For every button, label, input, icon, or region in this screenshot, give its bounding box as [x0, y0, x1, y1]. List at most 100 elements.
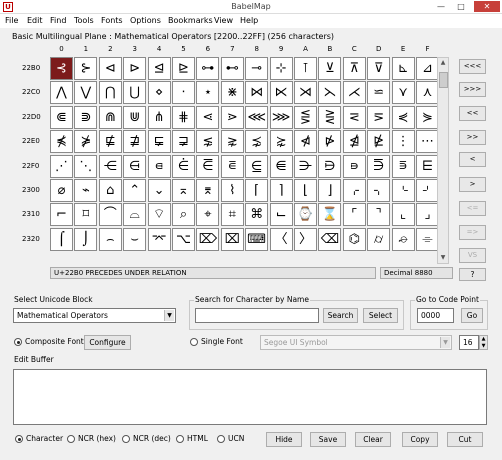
character-cell[interactable]: ⋃: [123, 81, 147, 105]
character-cell[interactable]: ⋀: [50, 81, 73, 105]
character-cell[interactable]: ⌅: [172, 179, 195, 202]
character-cell[interactable]: ⋸: [245, 154, 269, 178]
prev-bookmark-button[interactable]: <=: [459, 201, 486, 216]
character-cell[interactable]: ⋲: [98, 154, 122, 178]
prev-row-button[interactable]: <: [459, 152, 486, 167]
menu-find[interactable]: Find: [50, 14, 66, 28]
character-cell[interactable]: ⌬: [342, 227, 366, 251]
character-cell[interactable]: ⌨: [245, 227, 269, 251]
character-cell[interactable]: ⌒: [98, 203, 122, 227]
character-cell[interactable]: ⌧: [220, 227, 244, 251]
character-cell[interactable]: ⊷: [220, 57, 244, 80]
character-cell[interactable]: ⋿: [416, 154, 439, 178]
character-cell[interactable]: ⋷: [220, 154, 244, 178]
character-cell[interactable]: 〈: [269, 227, 293, 251]
character-cell[interactable]: ⋫: [318, 130, 342, 154]
first-page-button[interactable]: <<<: [459, 59, 486, 74]
character-cell[interactable]: ⋧: [220, 130, 244, 154]
character-cell[interactable]: ⌭: [367, 227, 391, 251]
help-button[interactable]: ?: [459, 268, 486, 281]
character-cell[interactable]: ⋎: [391, 81, 415, 105]
character-cell[interactable]: ⋣: [123, 130, 147, 154]
character-cell[interactable]: ⊳: [123, 57, 147, 80]
character-cell[interactable]: ⋬: [342, 130, 366, 154]
character-cell[interactable]: ⌡: [74, 227, 98, 251]
character-cell[interactable]: ⌟: [416, 203, 439, 227]
next-block-button[interactable]: >>: [459, 130, 486, 145]
character-cell[interactable]: ⌛: [318, 203, 342, 227]
character-cell[interactable]: ⌁: [74, 179, 98, 202]
grid-scrollbar[interactable]: ▲ ▼: [437, 57, 449, 264]
character-cell[interactable]: ⋽: [367, 154, 391, 178]
character-cell[interactable]: ⊸: [245, 57, 269, 80]
character-cell[interactable]: ⌇: [220, 179, 244, 202]
menu-file[interactable]: File: [5, 14, 18, 28]
single-font-select[interactable]: Segoe UI Symbol ▼: [260, 335, 452, 350]
last-page-button[interactable]: >>>: [459, 82, 486, 97]
character-cell[interactable]: ⋙: [269, 105, 293, 129]
character-cell[interactable]: ⋨: [245, 130, 269, 154]
search-input[interactable]: [195, 308, 319, 323]
menu-tools[interactable]: Tools: [74, 14, 94, 28]
character-cell[interactable]: ⋹: [269, 154, 293, 178]
format-radio-ucn[interactable]: [217, 435, 225, 443]
configure-button[interactable]: Configure: [84, 335, 131, 350]
copy-button[interactable]: Copy: [402, 432, 438, 447]
character-cell[interactable]: ⋡: [74, 130, 98, 154]
character-cell[interactable]: ⋏: [416, 81, 439, 105]
character-cell[interactable]: ⊶: [196, 57, 220, 80]
character-cell[interactable]: ⋰: [50, 154, 73, 178]
next-bookmark-button[interactable]: =>: [459, 225, 486, 240]
menu-edit[interactable]: Edit: [27, 14, 43, 28]
character-cell[interactable]: ⋇: [220, 81, 244, 105]
code-point-input[interactable]: 0000: [417, 308, 454, 323]
character-cell[interactable]: ⋊: [294, 81, 317, 105]
character-cell[interactable]: ⌐: [50, 203, 73, 227]
character-cell[interactable]: ⋘: [245, 105, 269, 129]
close-icon[interactable]: ✕: [474, 1, 500, 12]
character-cell[interactable]: ⋟: [416, 105, 439, 129]
unicode-block-select[interactable]: Mathematical Operators ▼: [13, 308, 176, 323]
character-cell[interactable]: ⋆: [196, 81, 220, 105]
character-cell[interactable]: ⌜: [342, 203, 366, 227]
character-cell[interactable]: ⌗: [220, 203, 244, 227]
character-cell[interactable]: ⌝: [367, 203, 391, 227]
character-cell[interactable]: ⋝: [367, 105, 391, 129]
character-cell[interactable]: ⋚: [294, 105, 317, 129]
character-cell[interactable]: ⌍: [367, 179, 391, 202]
character-cell[interactable]: ⌚: [294, 203, 317, 227]
menu-view[interactable]: View: [214, 14, 233, 28]
scroll-thumb[interactable]: [439, 72, 448, 88]
next-row-button[interactable]: >: [459, 177, 486, 192]
cut-button[interactable]: Cut: [447, 432, 483, 447]
character-cell[interactable]: ⌏: [416, 179, 439, 202]
format-radio-html[interactable]: [176, 435, 184, 443]
character-cell[interactable]: ⋖: [196, 105, 220, 129]
composite-font-radio[interactable]: [14, 338, 22, 346]
format-radio-character[interactable]: [15, 435, 23, 443]
character-cell[interactable]: ⋈: [245, 81, 269, 105]
character-cell[interactable]: ⋜: [342, 105, 366, 129]
character-cell[interactable]: ⌮: [391, 227, 415, 251]
character-cell[interactable]: ⋦: [196, 130, 220, 154]
character-cell[interactable]: ⋤: [147, 130, 171, 154]
character-cell[interactable]: ⊽: [367, 57, 391, 80]
character-cell[interactable]: ⋌: [342, 81, 366, 105]
character-cell[interactable]: ⋭: [367, 130, 391, 154]
character-cell[interactable]: ⌀: [50, 179, 73, 202]
menu-options[interactable]: Options: [130, 14, 161, 28]
character-cell[interactable]: ⌈: [245, 179, 269, 202]
hide-button[interactable]: Hide: [266, 432, 302, 447]
character-cell[interactable]: ⋂: [98, 81, 122, 105]
character-cell[interactable]: ⌋: [318, 179, 342, 202]
character-cell[interactable]: ⋔: [147, 105, 171, 129]
character-cell[interactable]: ⋳: [123, 154, 147, 178]
character-cell[interactable]: ⌢: [98, 227, 122, 251]
format-radio-ncr-hex[interactable]: [67, 435, 75, 443]
character-cell[interactable]: ⋩: [269, 130, 293, 154]
character-cell[interactable]: ⌥: [172, 227, 195, 251]
search-button[interactable]: Search: [323, 308, 358, 323]
character-cell[interactable]: ⋉: [269, 81, 293, 105]
character-cell[interactable]: ⌫: [318, 227, 342, 251]
character-cell[interactable]: ⌄: [147, 179, 171, 202]
